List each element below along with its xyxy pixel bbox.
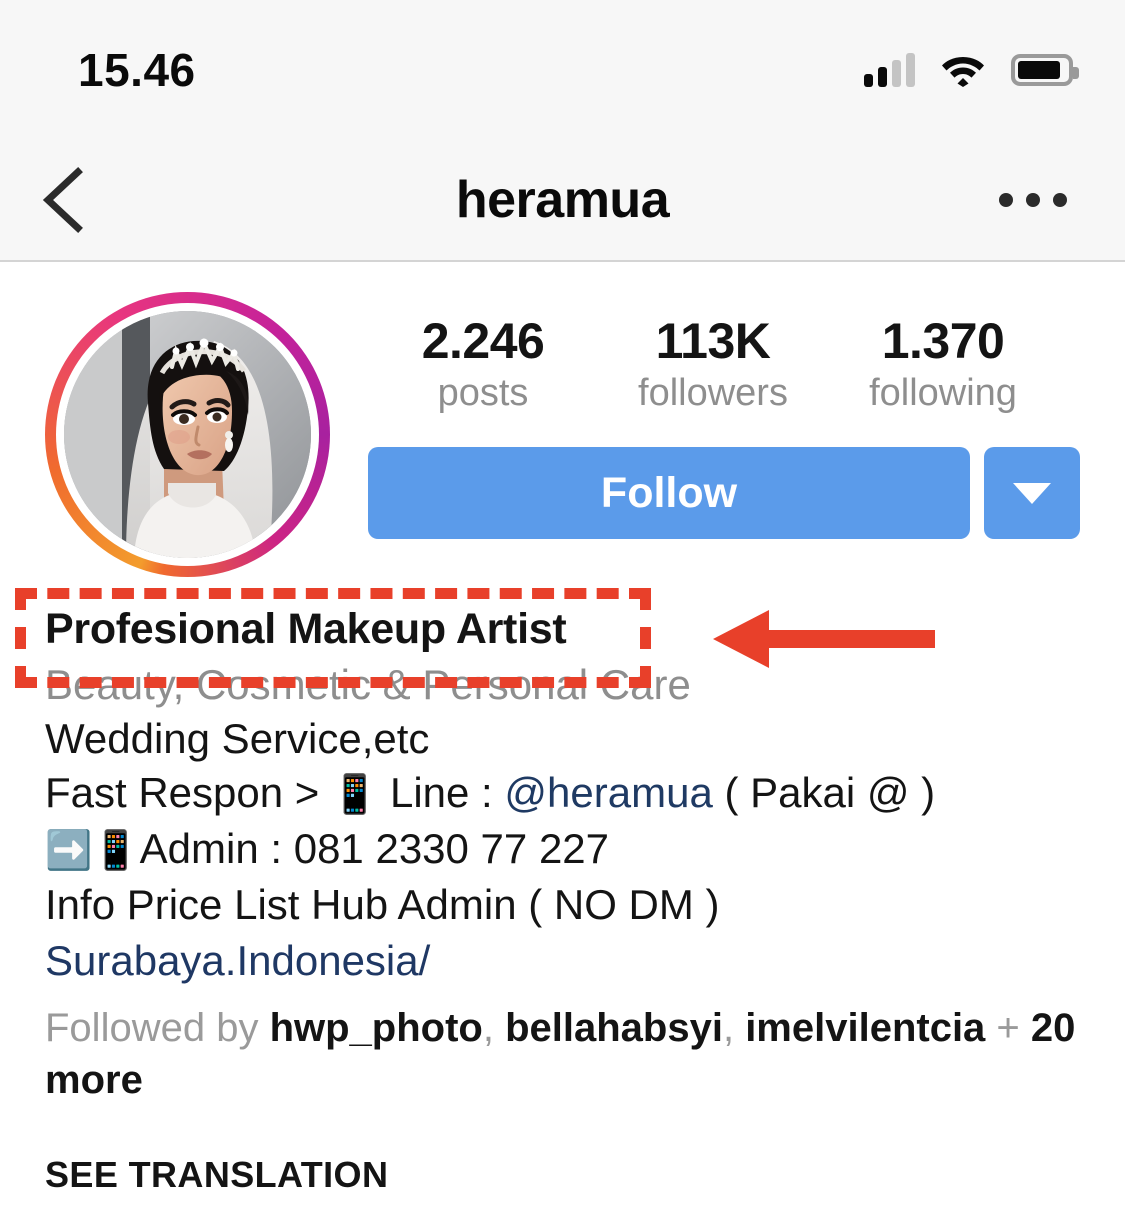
bio-line-admin: ➡️📱Admin : 081 2330 77 227: [45, 822, 1080, 878]
cellular-signal-icon: [864, 53, 915, 87]
following-label: following: [869, 372, 1017, 414]
avatar: [64, 311, 311, 558]
right-arrow-icon: ➡️: [45, 830, 93, 872]
followed-by-user-1[interactable]: hwp_photo: [270, 1006, 483, 1050]
stat-posts[interactable]: 2.246 posts: [368, 314, 598, 419]
fast-respon-prefix: Fast Respon >: [45, 769, 331, 816]
followed-by-user-3[interactable]: imelvilentcia: [745, 1006, 985, 1050]
bio-line-fast-respon: Fast Respon > 📱 Line : @heramua ( Pakai …: [45, 766, 1080, 822]
status-bar: 15.46: [0, 0, 1125, 140]
bio-website-link[interactable]: Surabaya.Indonesia/: [45, 932, 1080, 990]
following-count: 1.370: [881, 313, 1005, 369]
profile-details: 2.246 posts 113K followers 1.370 followi…: [330, 292, 1080, 577]
admin-text: Admin : 081 2330 77 227: [139, 825, 610, 872]
follow-button[interactable]: Follow: [368, 447, 970, 540]
bio-line-info: Info Price List Hub Admin ( NO DM ): [45, 881, 720, 928]
see-translation-button[interactable]: SEE TRANSLATION: [45, 1148, 1080, 1202]
fast-respon-mid: Line :: [378, 769, 505, 816]
stat-following[interactable]: 1.370 following: [828, 314, 1058, 419]
followed-by-sep-2: ,: [722, 1006, 746, 1050]
mobile-phone-icon-2: 📱: [92, 830, 140, 872]
posts-count: 2.246: [421, 313, 545, 369]
followers-label: followers: [638, 372, 788, 414]
avatar-story-ring[interactable]: [45, 292, 330, 577]
bio-display-name: Profesional Makeup Artist: [45, 605, 567, 653]
bio-category: Beauty, Cosmetic & Personal Care: [45, 661, 691, 708]
status-time: 15.46: [78, 44, 196, 96]
battery-icon: [1011, 54, 1079, 86]
stat-followers[interactable]: 113K followers: [598, 314, 828, 419]
posts-label: posts: [437, 372, 529, 414]
followers-count: 113K: [655, 313, 771, 369]
chevron-down-icon: [1013, 482, 1051, 504]
followed-by-plus: +: [985, 1006, 1031, 1050]
bio-section: Profesional Makeup Artist Beauty, Cosmet…: [0, 600, 1125, 1202]
profile-dropdown-button[interactable]: [984, 447, 1080, 540]
followed-by-sep-1: ,: [482, 1006, 506, 1050]
stats-row: 2.246 posts 113K followers 1.370 followi…: [368, 314, 1080, 419]
profile-actions: Follow: [368, 447, 1080, 540]
more-options-icon[interactable]: [975, 173, 1091, 227]
wifi-icon: [942, 57, 984, 87]
followed-by-label: Followed by: [45, 1006, 270, 1050]
followed-by-user-2[interactable]: bellahabsyi: [505, 1006, 723, 1050]
navigation-bar: heramua: [0, 140, 1125, 262]
line-handle-link[interactable]: @heramua: [504, 769, 712, 816]
status-icons: [864, 53, 1079, 87]
bio-line-wedding: Wedding Service,etc: [45, 715, 430, 762]
followed-by[interactable]: Followed by hwp_photo, bellahabsyi, imel…: [45, 1002, 1080, 1106]
instagram-profile-screen: 15.46 heramua 2.246 posts 113K followers…: [0, 0, 1125, 1208]
profile-header: 2.246 posts 113K followers 1.370 followi…: [0, 262, 1125, 577]
fast-respon-suffix: ( Pakai @ ): [712, 769, 936, 816]
avatar-inner: [56, 303, 319, 566]
page-title: heramua: [455, 171, 670, 229]
mobile-phone-icon: 📱: [330, 774, 379, 816]
